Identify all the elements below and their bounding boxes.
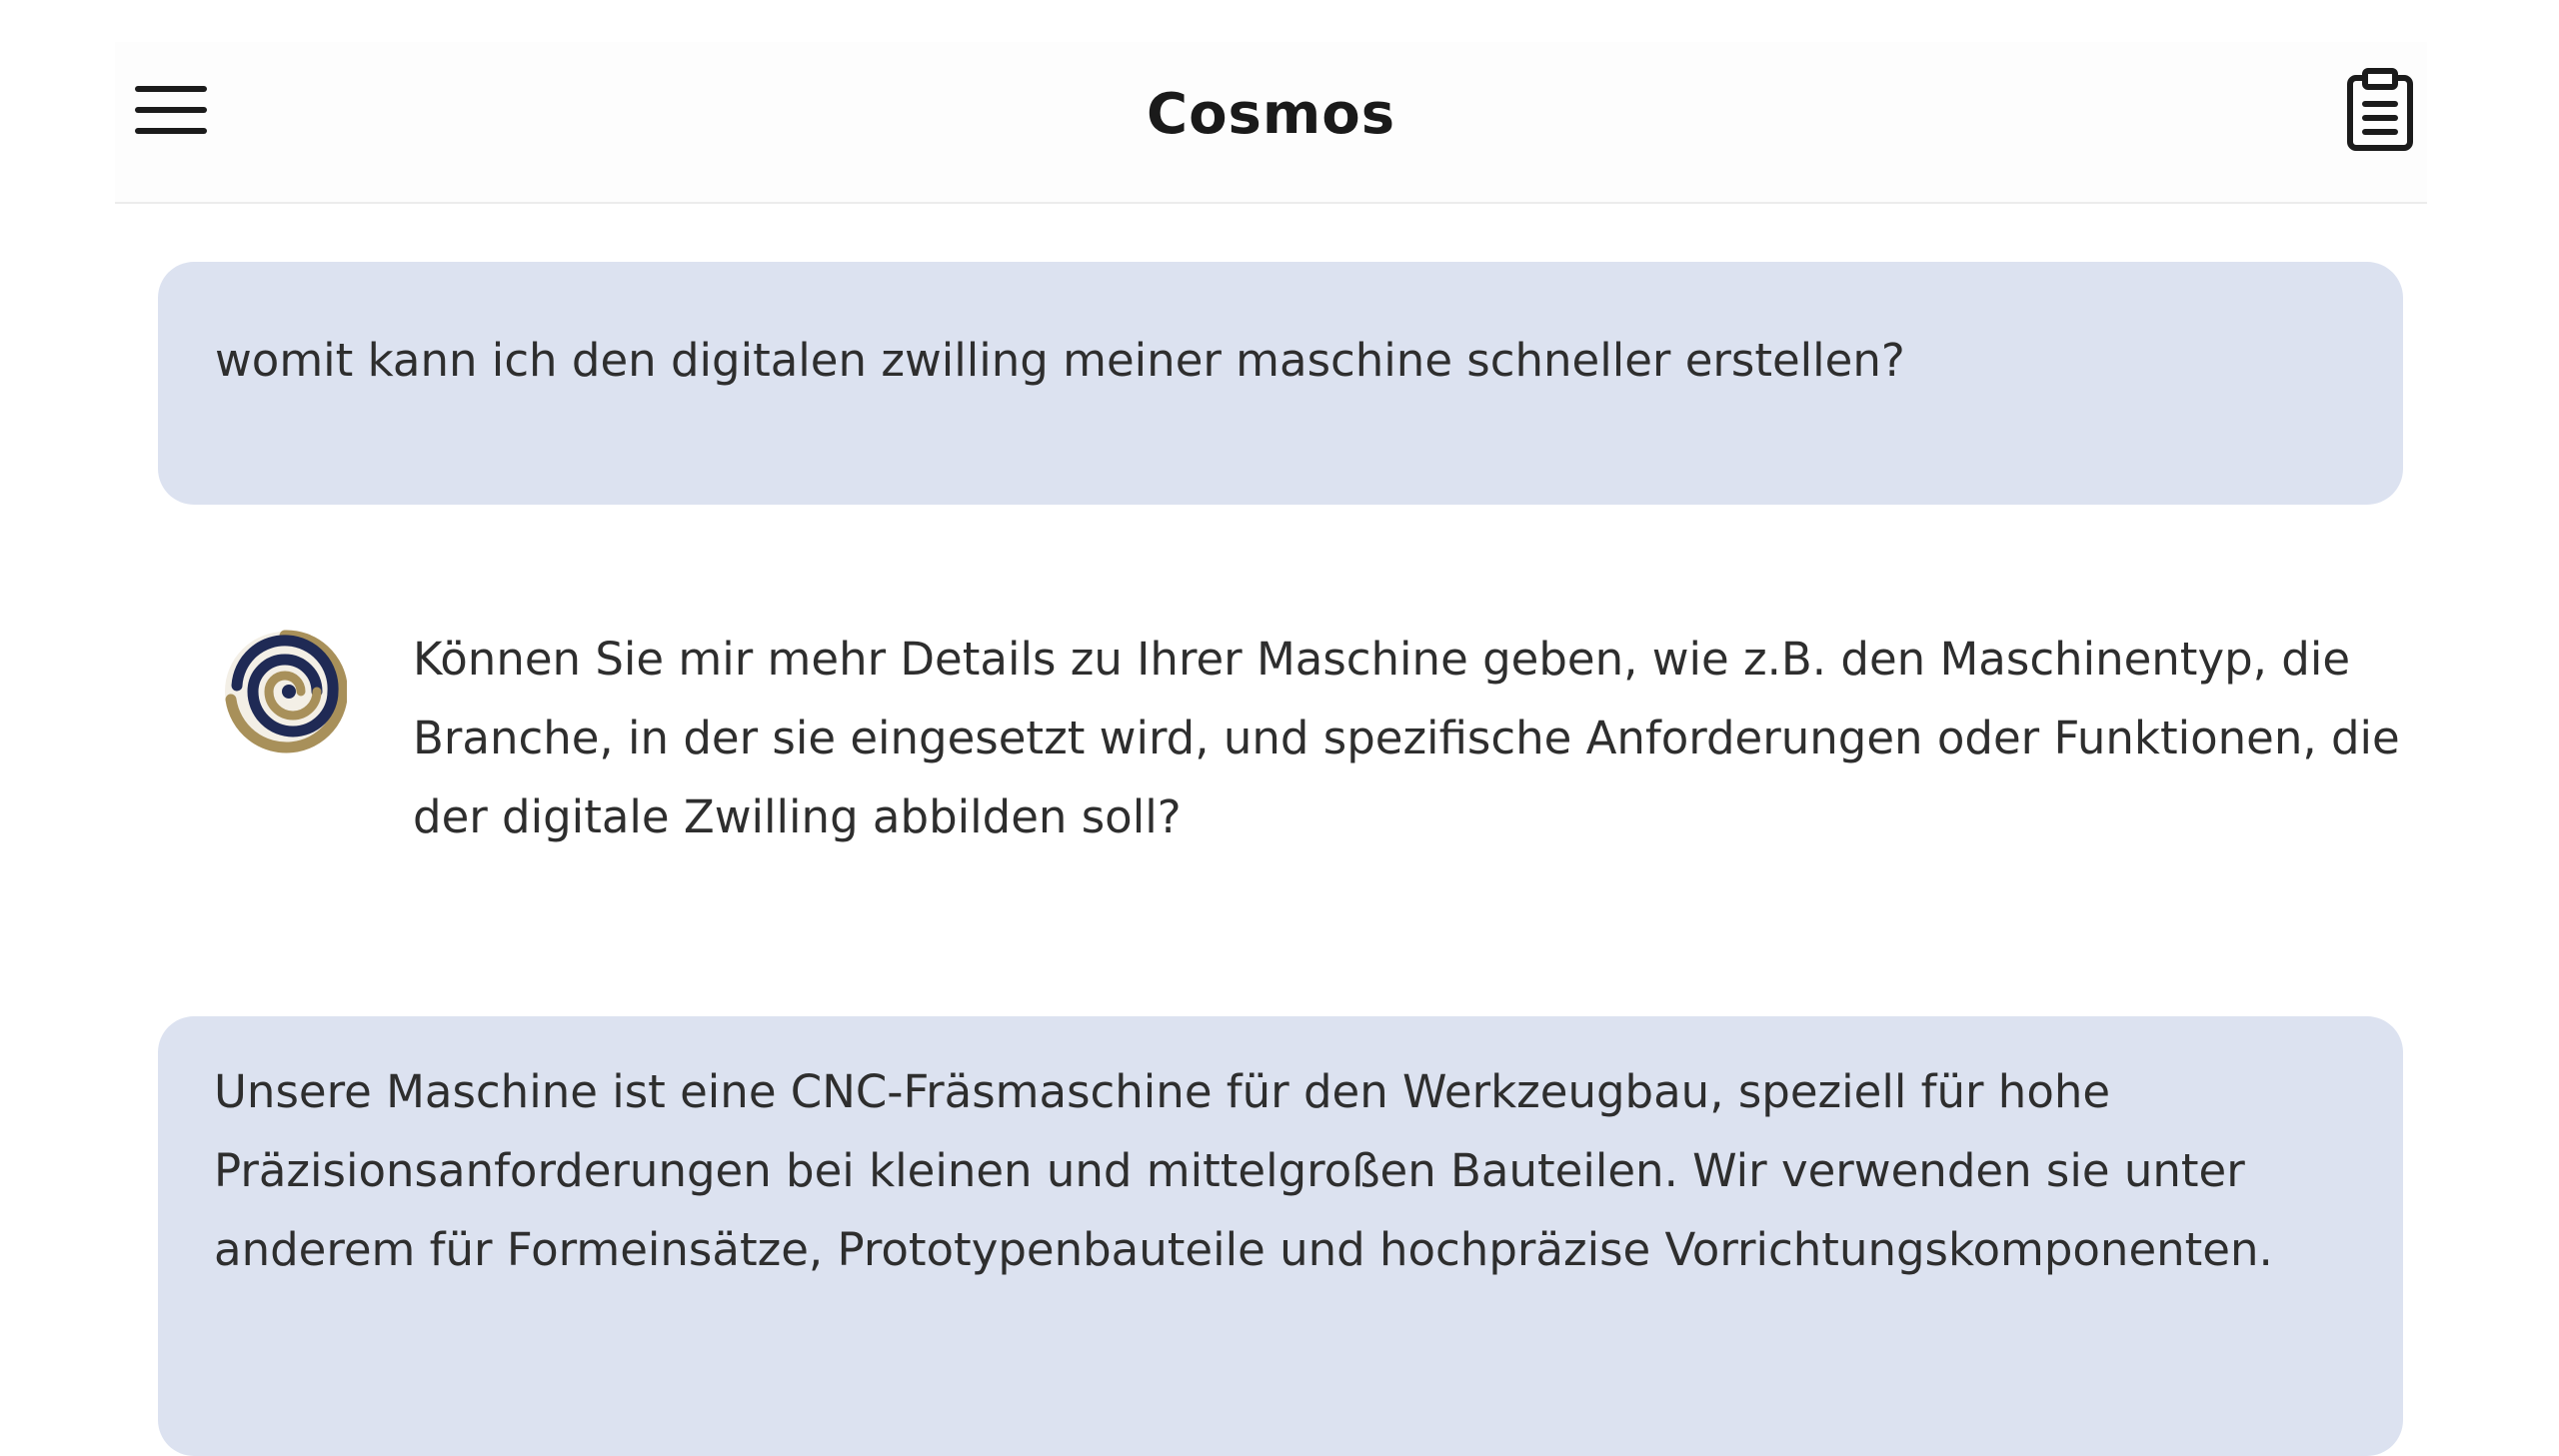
user-message-text: womit kann ich den digitalen zwilling me… xyxy=(215,334,1905,387)
user-message-bubble: Unsere Maschine ist eine CNC-Fräsmaschin… xyxy=(158,1016,2403,1456)
assistant-message-text: Können Sie mir mehr Details zu Ihrer Mas… xyxy=(413,633,2400,843)
user-message-text: Unsere Maschine ist eine CNC-Fräsmaschin… xyxy=(214,1065,2273,1276)
spiral-logo-icon xyxy=(223,630,348,753)
app-header: Cosmos xyxy=(115,42,2427,204)
page-title: Cosmos xyxy=(1146,82,1396,147)
clipboard-icon[interactable] xyxy=(2345,68,2415,152)
